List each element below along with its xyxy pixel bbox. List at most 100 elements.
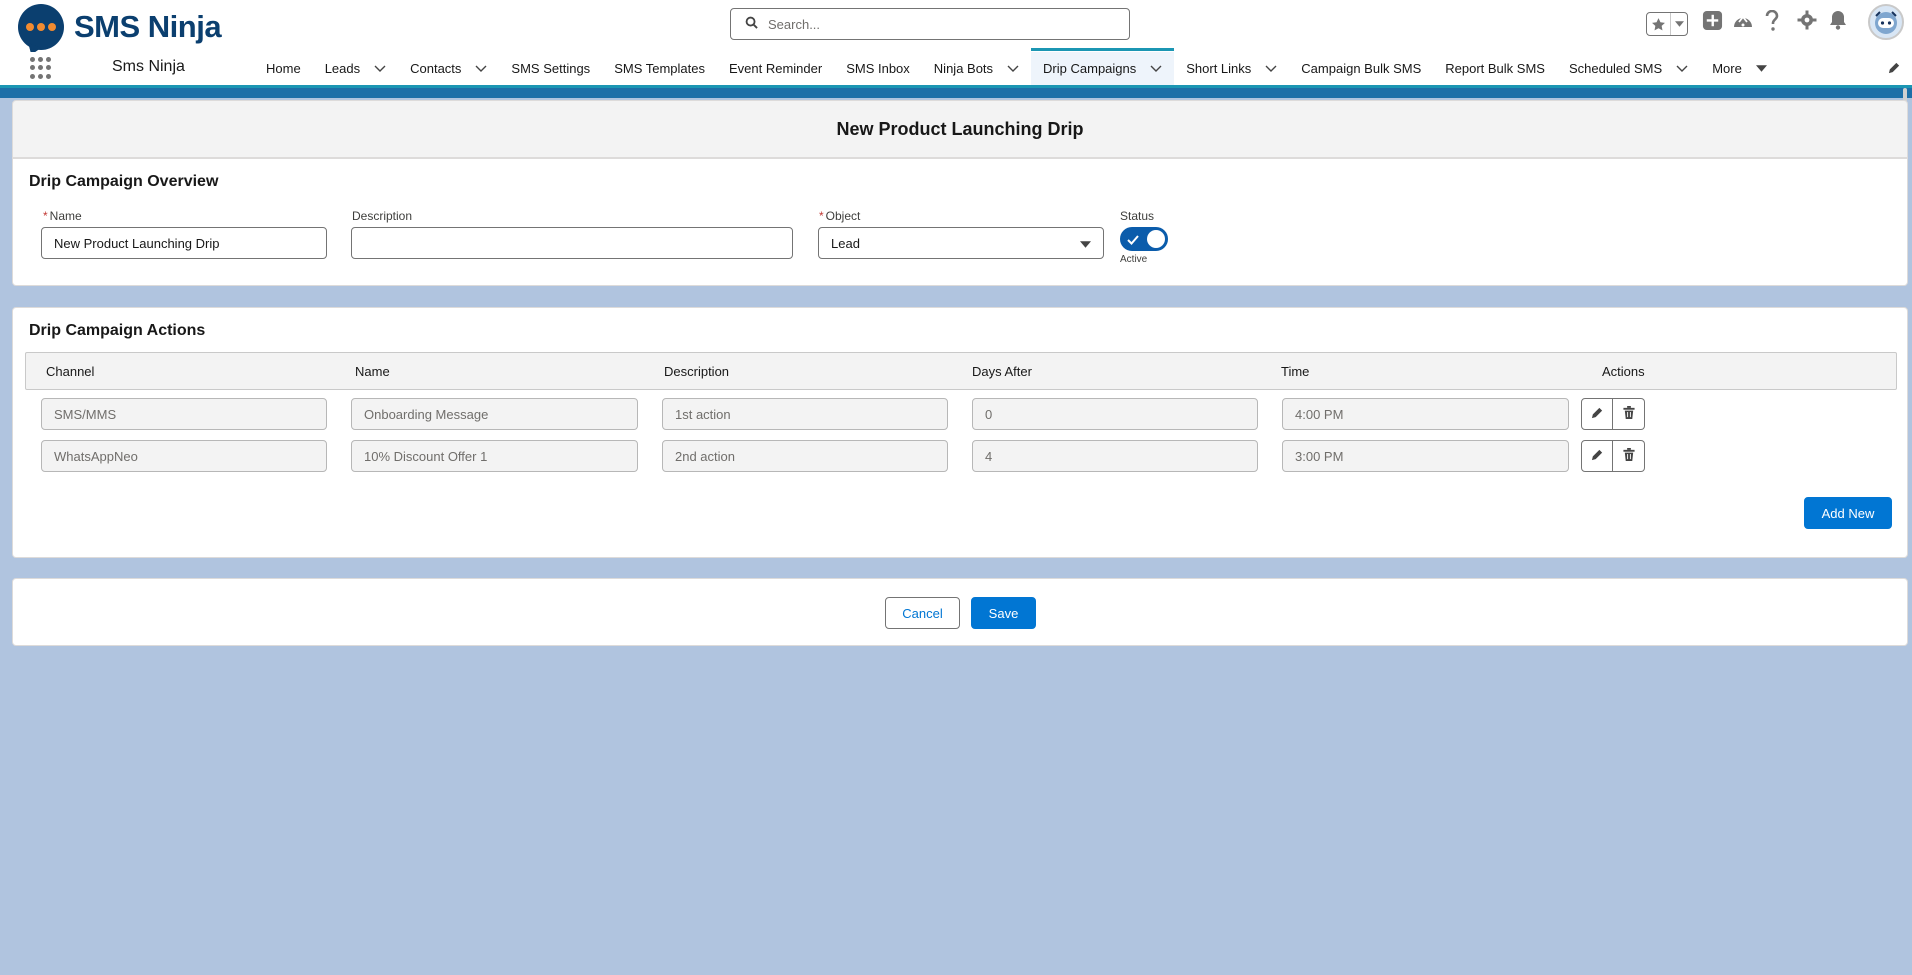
column-header-channel: Channel [46, 364, 95, 379]
dropdown-arrow-icon [1080, 236, 1091, 251]
column-header-days-after: Days After [972, 364, 1032, 379]
app-logo[interactable]: SMS Ninja [18, 4, 222, 50]
nav-item-contacts[interactable]: Contacts [398, 52, 499, 85]
page-header: New Product Launching Drip [12, 100, 1908, 158]
nav-item-label: SMS Settings [511, 61, 591, 76]
nav-item-event-reminder[interactable]: Event Reminder [717, 52, 834, 85]
cancel-button[interactable]: Cancel [885, 597, 960, 629]
edit-action-button[interactable] [1581, 440, 1613, 472]
status-value-text: Active [1120, 254, 1148, 265]
nav-item-label: SMS Inbox [846, 61, 910, 76]
column-header-description: Description [664, 364, 730, 379]
trash-icon [1622, 448, 1635, 464]
nav-item-label: Ninja Bots [933, 61, 994, 76]
column-header-name: Name [355, 364, 390, 379]
user-avatar[interactable] [1868, 4, 1904, 40]
chevron-down-icon[interactable] [1007, 65, 1019, 72]
trailhead-icon[interactable] [1732, 10, 1754, 32]
notification-bell-icon[interactable] [1829, 10, 1847, 30]
chevron-down-icon[interactable] [475, 65, 487, 72]
help-icon[interactable] [1764, 10, 1780, 32]
status-toggle[interactable] [1120, 227, 1168, 251]
chevron-down-icon[interactable] [374, 65, 386, 72]
chevron-down-icon[interactable] [1671, 13, 1687, 35]
action-name-cell: Onboarding Message [351, 398, 638, 430]
chevron-down-icon[interactable] [1265, 65, 1277, 72]
days-after-cell: 4 [972, 440, 1258, 472]
search-icon [745, 16, 758, 32]
nav-item-label: Short Links [1186, 61, 1252, 76]
description-field-label: Description [352, 209, 413, 223]
trash-icon [1622, 406, 1635, 422]
nav-item-label: SMS Templates [614, 61, 705, 76]
nav-item-sms-inbox[interactable]: SMS Inbox [834, 52, 922, 85]
chevron-down-icon[interactable] [1150, 65, 1162, 72]
nav-item-drip-campaigns[interactable]: Drip Campaigns [1031, 48, 1175, 85]
page-title: New Product Launching Drip [836, 118, 1084, 139]
nav-item-label: Scheduled SMS [1568, 61, 1663, 76]
object-select[interactable]: Lead [818, 227, 1104, 259]
required-asterisk: * [819, 209, 824, 223]
delete-action-button[interactable] [1613, 398, 1645, 430]
checkmark-icon [1127, 233, 1139, 248]
column-header-time: Time [1281, 364, 1310, 379]
edit-nav-pencil-icon[interactable] [1888, 61, 1901, 77]
description-input[interactable] [351, 227, 793, 259]
nav-item-label: Campaign Bulk SMS [1301, 61, 1422, 76]
drip-campaign-overview-card: Drip Campaign Overview *Name Description… [12, 158, 1908, 286]
nav-item-short-links[interactable]: Short Links [1174, 52, 1289, 85]
channel-cell: WhatsAppNeo [41, 440, 327, 472]
favorites-button-group[interactable] [1646, 12, 1688, 36]
column-header-actions: Actions [1602, 364, 1645, 379]
nav-item-scheduled-sms[interactable]: Scheduled SMS [1557, 52, 1700, 85]
global-search[interactable] [730, 8, 1130, 40]
edit-action-button[interactable] [1581, 398, 1613, 430]
form-footer-card: Cancel Save [12, 578, 1908, 646]
gear-icon[interactable] [1797, 10, 1817, 30]
action-description-cell: 1st action [662, 398, 948, 430]
app-name: Sms Ninja [112, 58, 185, 75]
nav-item-leads[interactable]: Leads [313, 52, 398, 85]
nav-item-label: Home [266, 61, 301, 76]
add-icon[interactable] [1702, 10, 1723, 31]
add-new-action-button[interactable]: Add New [1804, 497, 1892, 529]
drip-campaign-actions-card: Drip Campaign Actions Channel Name Descr… [12, 307, 1908, 558]
nav-item-label: More [1712, 61, 1742, 76]
object-selected-value: Lead [831, 235, 860, 251]
background-banner [0, 88, 1912, 98]
nav-item-home[interactable]: Home [254, 52, 313, 85]
pencil-icon [1591, 406, 1604, 422]
required-asterisk: * [43, 209, 48, 223]
status-field-label: Status [1120, 209, 1155, 223]
search-input[interactable] [768, 16, 1108, 32]
star-icon[interactable] [1647, 13, 1671, 35]
nav-items: Home Leads Contacts SMS Settings SMS Templat… [254, 48, 1779, 85]
chevron-down-icon[interactable] [1755, 65, 1767, 72]
nav-item-sms-templates[interactable]: SMS Templates [602, 52, 717, 85]
logo-text: SMS Ninja [74, 9, 222, 44]
name-input[interactable] [41, 227, 327, 259]
pencil-icon [1591, 448, 1604, 464]
actions-section-title: Drip Campaign Actions [29, 322, 206, 339]
action-description-cell: 2nd action [662, 440, 948, 472]
nav-item-campaign-bulk-sms[interactable]: Campaign Bulk SMS [1289, 52, 1433, 85]
app-navigation-bar: Sms Ninja Home Leads Contacts SMS Settings S… [0, 48, 1912, 88]
save-button[interactable]: Save [971, 597, 1036, 629]
time-cell: 3:00 PM [1282, 440, 1569, 472]
app-launcher-icon[interactable] [30, 57, 52, 79]
chevron-down-icon[interactable] [1676, 65, 1688, 72]
days-after-cell: 0 [972, 398, 1258, 430]
nav-item-sms-settings[interactable]: SMS Settings [499, 52, 602, 85]
channel-cell: SMS/MMS [41, 398, 327, 430]
global-header: SMS Ninja [0, 0, 1912, 52]
nav-item-label: Report Bulk SMS [1445, 61, 1545, 76]
name-field-label: * Name [43, 209, 82, 223]
nav-item-ninja-bots[interactable]: Ninja Bots [922, 52, 1031, 85]
time-cell: 4:00 PM [1282, 398, 1569, 430]
overview-section-title: Drip Campaign Overview [29, 173, 219, 190]
delete-action-button[interactable] [1613, 440, 1645, 472]
nav-item-report-bulk-sms[interactable]: Report Bulk SMS [1433, 52, 1557, 85]
action-name-cell: 10% Discount Offer 1 [351, 440, 638, 472]
chat-bubble-logo-icon [18, 4, 64, 50]
nav-item-more[interactable]: More [1700, 52, 1779, 85]
